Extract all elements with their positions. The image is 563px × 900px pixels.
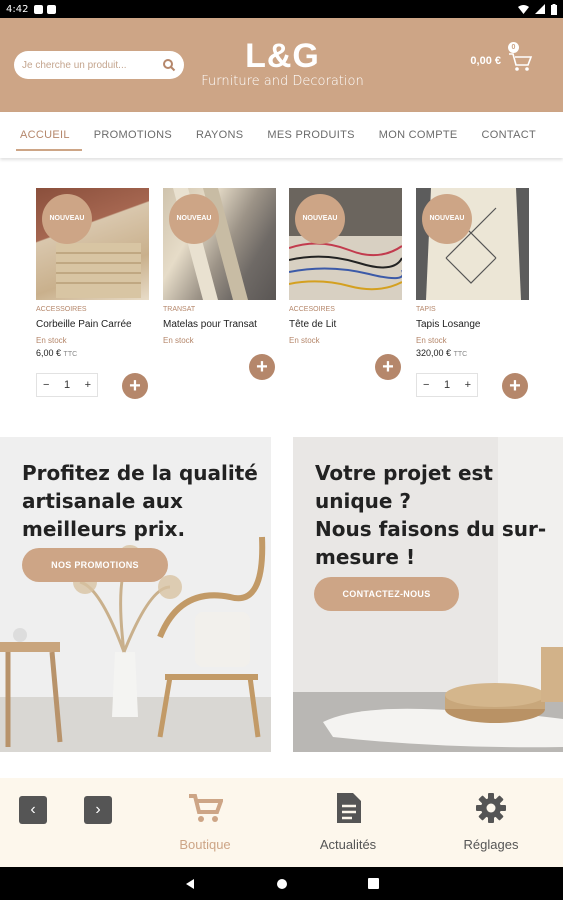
category-tabs: ACCUEIL PROMOTIONS RAYONS MES PRODUITS M… (0, 112, 563, 158)
new-badge: NOUVEAU (295, 194, 345, 244)
new-badge: NOUVEAU (42, 194, 92, 244)
tab-accueil[interactable]: ACCUEIL (8, 112, 82, 158)
product-category[interactable]: TAPIS (416, 306, 529, 313)
product-category[interactable]: ACCESSOIRES (36, 306, 149, 313)
search-bar[interactable] (14, 51, 184, 79)
wifi-icon (518, 4, 529, 14)
banner-title: Votre projet est unique ? Nous faisons d… (315, 459, 546, 571)
cart-total: 0,00 € (470, 55, 501, 67)
notification-icon (47, 4, 57, 14)
nav-label: Boutique (179, 837, 231, 852)
banner-line: Votre projet est (315, 461, 493, 485)
price-value: 320,00 € (416, 348, 452, 358)
tab-promotions[interactable]: PROMOTIONS (82, 112, 184, 158)
product-card[interactable]: NOUVEAU ACCESOIRES Tête de Lit En stock … (289, 188, 402, 380)
product-name[interactable]: Tête de Lit (289, 319, 402, 330)
cart-icon (189, 794, 224, 822)
product-image[interactable]: NOUVEAU (163, 188, 276, 300)
banner-line: Profitez de la qualité (22, 461, 258, 485)
stock-status: En stock (163, 336, 194, 345)
product-card[interactable]: NOUVEAU ACCESSOIRES Corbeille Pain Carré… (36, 188, 149, 399)
qty-increase-button[interactable]: + (85, 379, 91, 391)
quantity-stepper: − 1 + (36, 373, 98, 397)
back-button[interactable]: ‹ (19, 796, 47, 824)
system-home-icon[interactable] (276, 878, 288, 890)
product-card[interactable]: NOUVEAU TRANSAT Matelas pour Transat En … (163, 188, 276, 380)
new-badge: NOUVEAU (169, 194, 219, 244)
price-tax-label: TTC (453, 351, 468, 358)
product-name[interactable]: Tapis Losange (416, 319, 529, 330)
cart-icon[interactable]: 0 (507, 42, 533, 74)
status-icons (518, 3, 557, 15)
tab-mes-produits[interactable]: MES PRODUITS (255, 112, 366, 158)
document-icon (337, 793, 361, 823)
product-name[interactable]: Corbeille Pain Carrée (36, 319, 149, 330)
price-value: 6,00 € (36, 348, 62, 358)
product-name[interactable]: Matelas pour Transat (163, 319, 276, 330)
add-to-cart-button[interactable]: + (122, 373, 148, 399)
logo[interactable]: L&G Furniture and Decoration (200, 38, 365, 89)
nav-item-boutique[interactable]: Boutique (170, 792, 240, 852)
banner-line: unique ? (315, 489, 412, 513)
product-card[interactable]: NOUVEAU TAPIS Tapis Losange En stock 320… (416, 188, 529, 399)
price-tax-label: TTC (63, 351, 78, 358)
promotions-button[interactable]: NOS PROMOTIONS (22, 548, 168, 582)
stock-status: En stock (289, 336, 320, 345)
battery-icon (551, 3, 557, 15)
qty-value[interactable]: 1 (64, 379, 70, 391)
logo-subtitle: Furniture and Decoration (201, 74, 364, 89)
nav-item-reglages[interactable]: Réglages (456, 792, 526, 852)
system-back-icon[interactable] (184, 878, 196, 890)
quantity-stepper: − 1 + (416, 373, 478, 397)
forward-button[interactable]: › (84, 796, 112, 824)
search-icon[interactable] (162, 58, 176, 72)
nav-label: Actualités (319, 837, 377, 852)
qty-value[interactable]: 1 (444, 379, 450, 391)
app-header: L&G Furniture and Decoration 0,00 € 0 (0, 18, 563, 112)
gear-icon (476, 793, 506, 823)
product-carousel: NOUVEAU ACCESSOIRES Corbeille Pain Carré… (36, 188, 536, 408)
new-badge: NOUVEAU (422, 194, 472, 244)
product-price: 320,00 € TTC (416, 348, 529, 358)
product-image[interactable]: NOUVEAU (36, 188, 149, 300)
notification-icon (34, 4, 44, 14)
banner-title: Profitez de la qualité artisanale aux me… (22, 459, 258, 543)
banner-line: Nous faisons du sur- (315, 517, 547, 541)
tab-mon-compte[interactable]: MON COMPTE (367, 112, 470, 158)
bottom-navigation: ‹ › Boutique Actualités Réglages (0, 778, 563, 867)
cart-count-badge: 0 (508, 42, 519, 53)
add-to-cart-button[interactable]: + (502, 373, 528, 399)
logo-title: L&G (245, 37, 320, 75)
qty-increase-button[interactable]: + (465, 379, 471, 391)
tab-contact[interactable]: CONTACT (470, 112, 548, 158)
search-input[interactable] (22, 59, 152, 71)
stock-status: En stock (36, 336, 67, 345)
nav-item-actualites[interactable]: Actualités (310, 792, 386, 852)
banner-line: mesure ! (315, 545, 416, 569)
custom-order-banner[interactable]: Votre projet est unique ? Nous faisons d… (293, 437, 563, 752)
banner-line: artisanale aux (22, 489, 183, 513)
qty-decrease-button[interactable]: − (423, 379, 429, 391)
status-bar: 4:42 (0, 0, 563, 18)
stock-status: En stock (416, 336, 447, 345)
add-to-cart-button[interactable]: + (375, 354, 401, 380)
tab-rayons[interactable]: RAYONS (184, 112, 255, 158)
promo-banner[interactable]: Profitez de la qualité artisanale aux me… (0, 437, 271, 752)
product-image[interactable]: NOUVEAU (289, 188, 402, 300)
product-image[interactable]: NOUVEAU (416, 188, 529, 300)
system-navigation-bar (0, 867, 563, 900)
product-price: 6,00 € TTC (36, 348, 149, 358)
signal-icon (535, 4, 545, 14)
system-recents-icon[interactable] (368, 878, 379, 889)
contact-button[interactable]: CONTACTEZ-NOUS (314, 577, 459, 611)
qty-decrease-button[interactable]: − (43, 379, 49, 391)
add-to-cart-button[interactable]: + (249, 354, 275, 380)
banner-line: meilleurs prix. (22, 517, 186, 541)
product-category[interactable]: TRANSAT (163, 306, 276, 313)
product-category[interactable]: ACCESOIRES (289, 306, 402, 313)
nav-label: Réglages (463, 837, 519, 852)
status-time: 4:42 (6, 3, 29, 15)
cart-button[interactable]: 0,00 € 0 (470, 42, 533, 74)
